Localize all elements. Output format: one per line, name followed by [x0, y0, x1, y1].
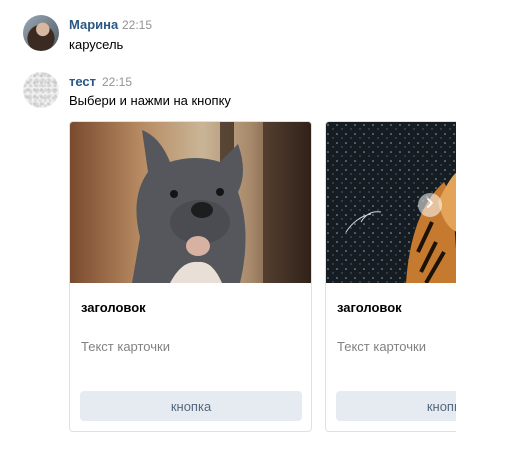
card-title: заголовок [337, 300, 402, 315]
message-author[interactable]: Марина [69, 17, 118, 32]
message-text: Выбери и нажми на кнопку [69, 93, 231, 108]
carousel-card[interactable]: заголовок Текст карточки кнопка [69, 121, 312, 432]
card-button[interactable]: кнопка [80, 391, 302, 421]
carousel[interactable]: заголовок Текст карточки кнопка заголово… [69, 121, 456, 433]
dog-illustration [132, 122, 311, 283]
carousel-next-button[interactable] [418, 193, 442, 217]
chevron-right-icon [425, 196, 435, 214]
card-text: Текст карточки [337, 339, 426, 354]
message-text: карусель [69, 37, 124, 52]
avatar[interactable] [23, 15, 59, 51]
message-time[interactable]: 22:15 [102, 75, 132, 89]
card-title: заголовок [81, 300, 146, 315]
carousel-card[interactable]: заголовок Текст карточки кнопка [325, 121, 456, 432]
message-author[interactable]: тест [69, 74, 96, 89]
avatar[interactable] [23, 72, 59, 108]
message-time[interactable]: 22:15 [122, 18, 152, 32]
card-image-dog[interactable] [70, 122, 311, 283]
card-text: Текст карточки [81, 339, 170, 354]
card-button[interactable]: кнопка [336, 391, 456, 421]
